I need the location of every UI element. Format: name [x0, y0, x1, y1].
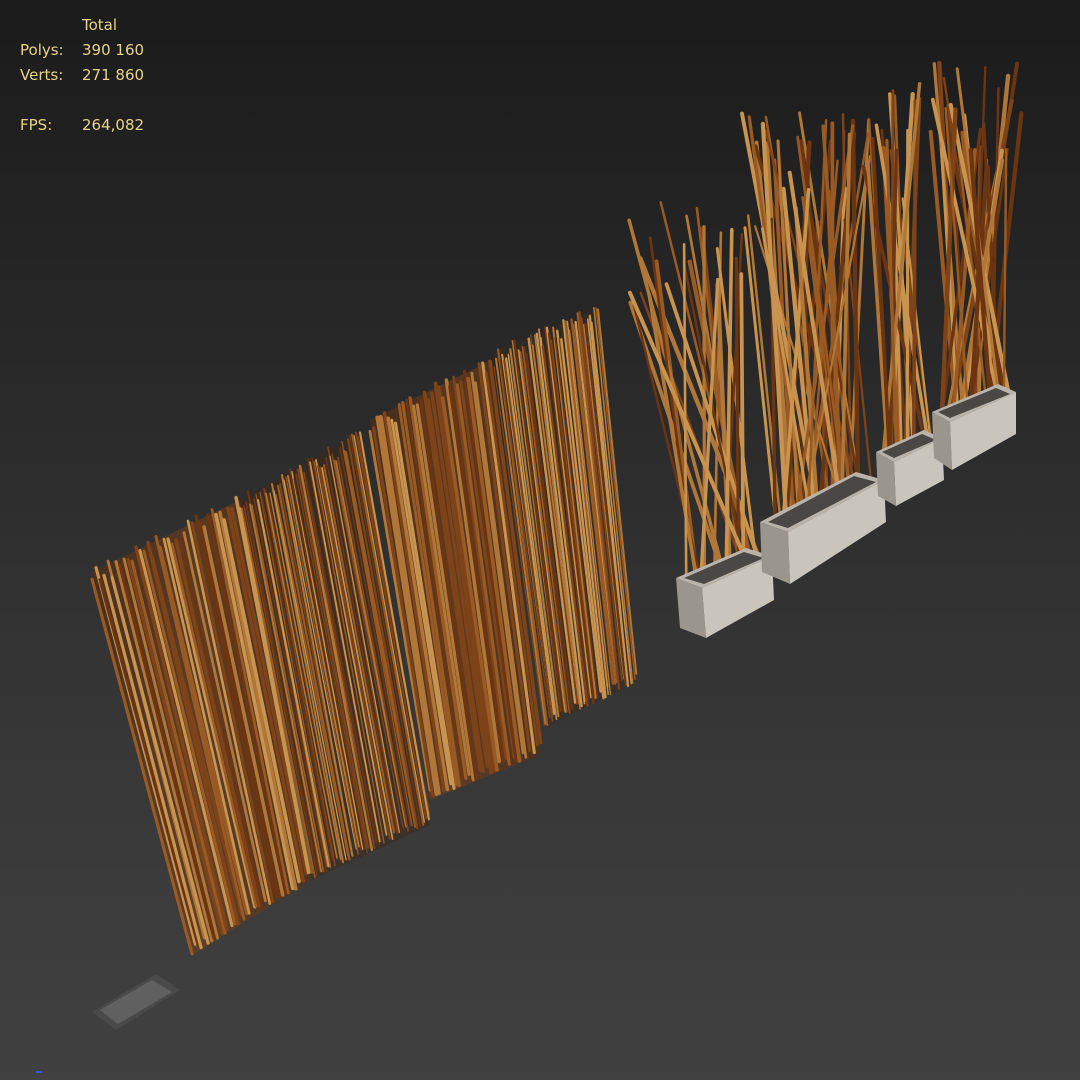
bamboo-stalk	[734, 256, 741, 562]
stats-header-row: Total	[20, 13, 144, 38]
3d-viewport[interactable]: Total Polys: 390 160 Verts: 271 860 FPS:…	[0, 0, 1080, 1080]
planter-group	[627, 60, 1024, 638]
planter-1	[676, 548, 774, 638]
fps-value: 264,082	[82, 116, 145, 134]
polys-label: Polys:	[20, 41, 64, 59]
bamboo-stalk	[739, 272, 746, 560]
stats-header: Total	[82, 16, 118, 34]
axis-gizmo-mark	[36, 1071, 42, 1073]
small-debris-object	[92, 974, 180, 1030]
bamboo-stalk	[1002, 148, 1008, 393]
verts-value: 271 860	[82, 66, 145, 84]
planter-2-bamboo	[740, 111, 872, 523]
planter-3-bamboo	[861, 82, 933, 458]
fps-row: FPS: 264,082	[20, 113, 144, 138]
scene-render	[90, 60, 1024, 1030]
verts-label: Verts:	[20, 66, 64, 84]
stats-header-spacer	[20, 13, 82, 38]
planter-1-bamboo	[627, 201, 760, 580]
planter-4-bamboo	[928, 60, 1024, 414]
polys-row: Polys: 390 160	[20, 38, 144, 63]
bamboo-stalk	[682, 242, 688, 580]
fps-label: FPS:	[20, 116, 53, 134]
stats-gap	[20, 88, 144, 113]
verts-row: Verts: 271 860	[20, 63, 144, 88]
polys-value: 390 160	[82, 41, 145, 59]
viewport-statistics-overlay: Total Polys: 390 160 Verts: 271 860 FPS:…	[20, 13, 144, 138]
